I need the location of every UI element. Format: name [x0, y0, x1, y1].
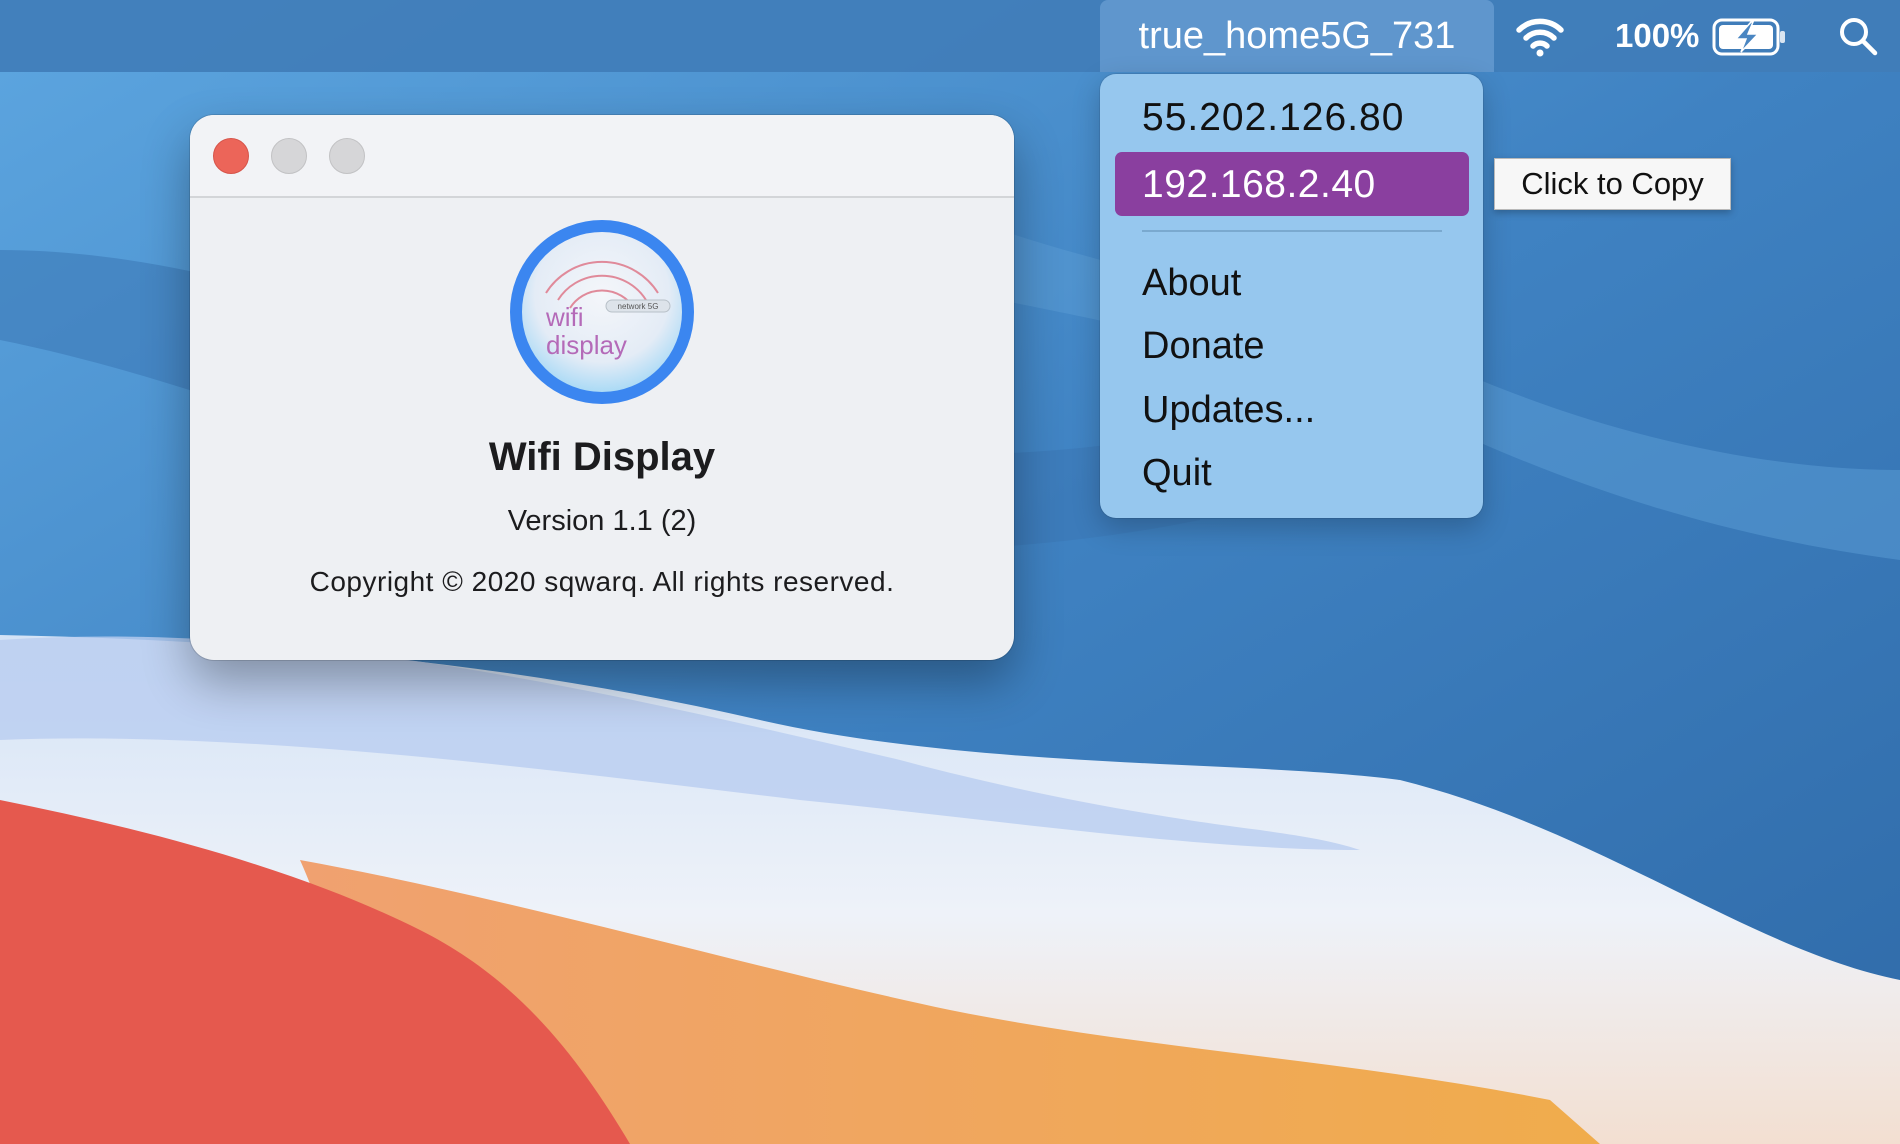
menu-item-donate[interactable]: Donate	[1142, 325, 1265, 368]
menu-item-public-ip[interactable]: 55.202.126.80	[1142, 96, 1404, 140]
close-button[interactable]	[213, 138, 249, 174]
desktop: true_home5G_731 100% network 5G wifi dis…	[0, 0, 1900, 1144]
menu-separator	[1142, 230, 1442, 232]
menu-item-quit[interactable]: Quit	[1142, 452, 1212, 495]
click-to-copy-tooltip: Click to Copy	[1494, 158, 1731, 210]
app-version: Version 1.1 (2)	[507, 505, 697, 537]
window-titlebar[interactable]	[190, 115, 1014, 198]
wifi-display-app-icon: network 5G wifi display	[510, 220, 694, 404]
icon-text-wifi: wifi	[545, 302, 584, 332]
menubar-network-extra[interactable]: true_home5G_731	[1100, 0, 1494, 72]
menu-bar: true_home5G_731 100%	[0, 0, 1900, 72]
minimize-button[interactable]	[271, 138, 307, 174]
spotlight-search-icon[interactable]	[1838, 16, 1878, 56]
menu-item-local-ip[interactable]: 192.168.2.40	[1115, 152, 1469, 216]
menu-item-about[interactable]: About	[1142, 262, 1241, 305]
wifi-icon[interactable]	[1515, 14, 1565, 58]
app-name: Wifi Display	[488, 435, 716, 479]
zoom-button[interactable]	[329, 138, 365, 174]
app-copyright: Copyright © 2020 sqwarq. All rights rese…	[309, 566, 895, 597]
battery-charging-icon[interactable]	[1712, 18, 1788, 56]
battery-percent-label[interactable]: 100%	[1615, 0, 1699, 72]
icon-text-display: display	[546, 330, 627, 360]
network-dropdown-menu: 55.202.126.80 192.168.2.40 About Donate …	[1100, 74, 1483, 518]
icon-badge-text: network 5G	[618, 302, 659, 311]
about-window: network 5G wifi display Wifi Display Ver…	[190, 115, 1014, 660]
local-ip-label: 192.168.2.40	[1142, 163, 1376, 206]
menu-item-updates[interactable]: Updates...	[1142, 389, 1315, 432]
network-name: true_home5G_731	[1138, 14, 1456, 57]
